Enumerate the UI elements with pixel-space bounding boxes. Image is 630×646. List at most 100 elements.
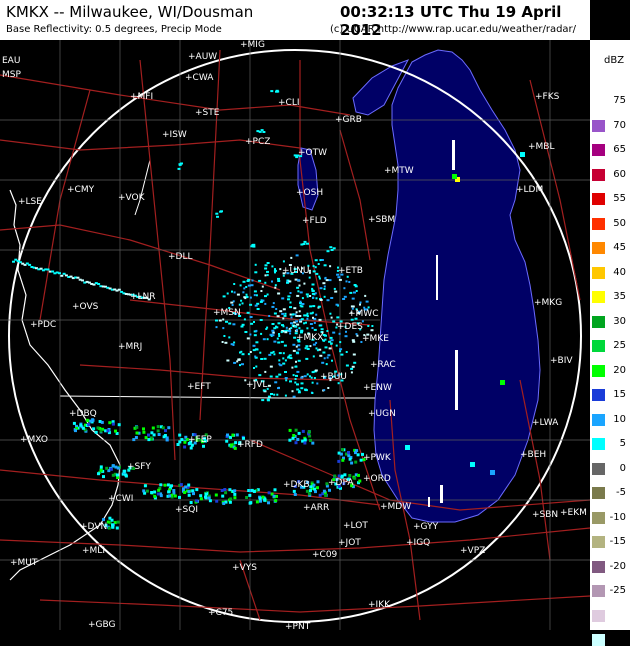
- echo-clutter: [319, 354, 323, 357]
- echo-clutter: [299, 304, 302, 307]
- echo-clutter: [317, 305, 321, 308]
- echo-precip: [316, 480, 320, 484]
- echo-precip: [354, 460, 358, 464]
- echo-clutter: [297, 359, 301, 362]
- echo-clutter: [252, 344, 256, 347]
- echo-precip: [79, 423, 83, 427]
- echo-clutter: [353, 291, 356, 294]
- echo-streak: [58, 272, 61, 275]
- echo-clutter: [305, 321, 307, 324]
- city-label-mtw: +MTW: [384, 166, 414, 176]
- echo-clutter: [332, 320, 336, 323]
- city-marker: +: [285, 622, 293, 632]
- echo-precip: [222, 502, 226, 505]
- echo-clutter: [290, 316, 293, 319]
- echo-clutter: [255, 365, 258, 368]
- city-label-des: +DES: [337, 322, 363, 332]
- echo-precip: [354, 451, 357, 455]
- echo-clutter: [247, 284, 251, 287]
- echo-lake: [500, 380, 505, 385]
- city-label-mut: +MUT: [10, 558, 37, 568]
- echo-clutter: [255, 341, 259, 344]
- city-code: VPZ: [467, 546, 486, 556]
- city-label-gbg: +GBG: [88, 620, 116, 630]
- city-label-pdc: +PDC: [30, 320, 56, 330]
- legend-swatch: [592, 315, 605, 328]
- city-code: MKG: [541, 298, 563, 308]
- echo-precip: [170, 484, 173, 488]
- city-marker: +: [298, 148, 306, 158]
- echo-streak: [12, 260, 15, 263]
- echo-clutter: [359, 301, 362, 304]
- city-marker: +: [82, 546, 90, 556]
- city-label-ord: +ORD: [363, 474, 391, 484]
- echo-clutter: [350, 371, 353, 374]
- credit-url: (c) UCAR http://www.rap.ucar.edu/weather…: [330, 24, 577, 35]
- city-marker: +: [162, 130, 170, 140]
- echo-precip: [99, 468, 103, 472]
- city-code: MSP: [2, 70, 21, 80]
- echo-precip: [348, 474, 352, 477]
- echo-precip: [156, 429, 160, 433]
- echo-clutter: [306, 317, 309, 320]
- echo-precip: [106, 429, 110, 433]
- echo-clutter: [277, 292, 281, 295]
- legend-label: 40: [613, 266, 626, 278]
- legend-level: 10: [590, 413, 630, 426]
- city-code: BUU: [327, 372, 347, 382]
- echo-precip: [111, 525, 115, 529]
- echo-clutter: [271, 265, 274, 268]
- echo-clutter: [246, 311, 250, 314]
- city-code: ARR: [310, 503, 330, 513]
- legend-level: -25: [590, 585, 630, 597]
- echo-artifact: [440, 485, 443, 503]
- echo-clutter: [342, 298, 346, 300]
- echo-clutter: [295, 254, 299, 257]
- echo-precip: [159, 483, 163, 487]
- city-code: DVN: [87, 522, 108, 532]
- echo-clutter: [350, 305, 354, 308]
- legend-swatch: [592, 266, 605, 279]
- echo-clutter: [275, 89, 279, 92]
- city-marker: +: [380, 502, 388, 512]
- echo-clutter: [292, 395, 296, 398]
- echo-clutter: [295, 320, 299, 323]
- echo-precip: [309, 485, 313, 489]
- echo-clutter: [292, 343, 296, 346]
- echo-clutter: [315, 347, 318, 350]
- city-marker: +: [88, 620, 96, 630]
- city-marker: +: [343, 521, 351, 531]
- echo-clutter: [309, 345, 312, 348]
- echo-clutter: [262, 338, 266, 341]
- dbz-legend: dBZ 75 70 65 60 55 50 45 40 35 30 25 20 15 10 5 0 -5 -10-…: [590, 40, 630, 646]
- echo-clutter: [329, 312, 332, 315]
- city-marker: +: [296, 333, 304, 343]
- echo-precip: [248, 493, 252, 497]
- echo-clutter: [275, 375, 279, 378]
- echo-clutter: [295, 345, 298, 348]
- echo-precip: [223, 488, 227, 491]
- echo-precip: [189, 501, 193, 504]
- echo-clutter: [289, 301, 292, 304]
- city-marker: +: [320, 372, 328, 382]
- echo-precip: [109, 467, 113, 471]
- echo-precip: [215, 499, 219, 503]
- echo-precip: [267, 501, 270, 505]
- city-label-mdw: +MDW: [380, 502, 411, 512]
- echo-clutter: [334, 290, 338, 293]
- echo-clutter: [277, 322, 281, 325]
- echo-clutter: [304, 389, 308, 392]
- echo-clutter: [326, 250, 330, 253]
- city-marker: +: [368, 600, 376, 610]
- echo-clutter: [222, 318, 225, 321]
- echo-clutter: [279, 310, 283, 313]
- echo-precip: [72, 421, 76, 425]
- echo-clutter: [328, 347, 332, 350]
- echo-clutter: [216, 215, 219, 218]
- echo-lake: [405, 445, 410, 450]
- echo-precip: [116, 520, 120, 524]
- echo-clutter: [255, 329, 258, 332]
- echo-precip: [292, 489, 296, 493]
- city-label-lnr: +LNR: [130, 292, 156, 302]
- echo-precip: [157, 433, 161, 436]
